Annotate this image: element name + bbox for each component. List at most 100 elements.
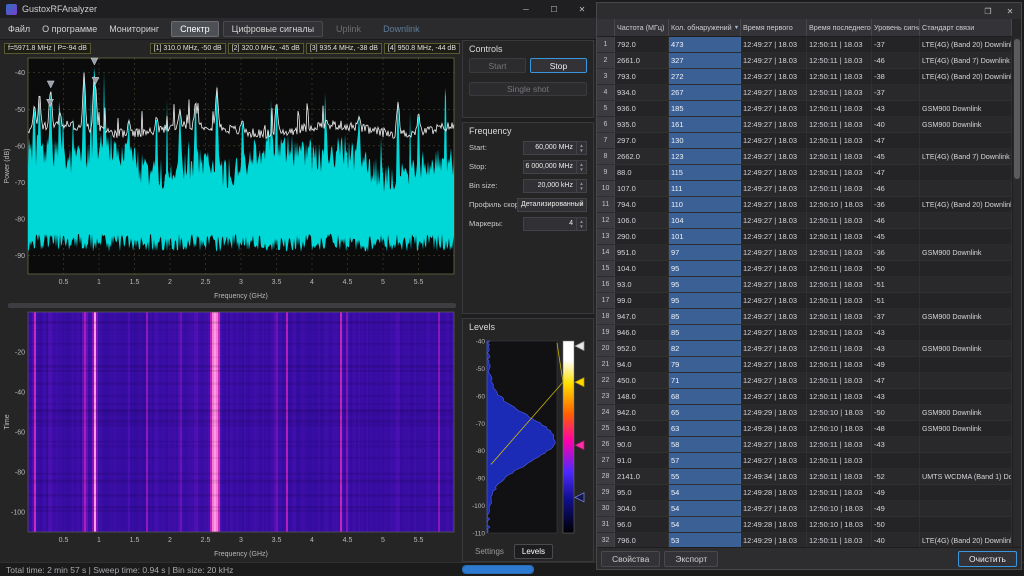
maximize-button[interactable]: ☐ xyxy=(540,0,568,18)
main-titlebar[interactable]: GustoxRFAnalyzer ─ ☐ ✕ xyxy=(0,0,596,18)
field-stop[interactable]: 6 000,000 MHz▲▼ xyxy=(523,160,587,174)
table-row[interactable]: 19946.08512:49:27 | 18.0312:50:11 | 18.0… xyxy=(597,325,1012,341)
frequency-panel: Frequency Start:60,000 MHz▲▼Stop:6 000,0… xyxy=(462,122,594,314)
table-row[interactable]: 12106.010412:49:27 | 18.0312:50:11 | 18.… xyxy=(597,213,1012,229)
cell-first: 12:49:27 | 18.03 xyxy=(741,437,807,452)
table-row[interactable]: 4934.026712:49:27 | 18.0312:50:11 | 18.0… xyxy=(597,85,1012,101)
field-row-markers: Маркеры:4▲▼ xyxy=(463,214,593,233)
table-row[interactable]: 3196.05412:49:28 | 18.0312:50:10 | 18.03… xyxy=(597,517,1012,533)
tab-settings[interactable]: Settings xyxy=(467,544,512,559)
table-row[interactable]: 2791.05712:49:27 | 18.0312:50:11 | 18.03 xyxy=(597,453,1012,469)
table-row[interactable]: 2995.05412:49:28 | 18.0312:50:11 | 18.03… xyxy=(597,485,1012,501)
column-header-standard[interactable]: Стандарт связи xyxy=(920,19,1012,36)
svg-text:0.5: 0.5 xyxy=(59,279,69,286)
spinner-start[interactable]: ▲▼ xyxy=(576,142,586,154)
table-row[interactable]: 2194.07912:49:27 | 18.0312:50:11 | 18.03… xyxy=(597,357,1012,373)
close-button[interactable]: ✕ xyxy=(568,0,596,18)
cell-first: 12:49:29 | 18.03 xyxy=(741,405,807,420)
tab-digital-signals[interactable]: Цифровые сигналы xyxy=(223,21,323,37)
spinner-bin-size[interactable]: ▲▼ xyxy=(576,180,586,192)
level-slider-white[interactable] xyxy=(575,342,584,351)
levels-histogram[interactable]: -40-50-60-70-80-90-100-110 xyxy=(465,335,591,541)
table-row[interactable]: 23148.06812:49:27 | 18.0312:50:11 | 18.0… xyxy=(597,389,1012,405)
field-markers[interactable]: 4▲▼ xyxy=(523,217,587,231)
table-row[interactable]: 1693.09512:49:27 | 18.0312:50:11 | 18.03… xyxy=(597,277,1012,293)
cell-level: -43 xyxy=(872,341,920,356)
column-header-freq[interactable]: Частота (МГц) xyxy=(615,19,669,36)
svg-text:-60: -60 xyxy=(15,430,25,437)
cell-freq: 943.0 xyxy=(615,421,669,436)
table-row[interactable]: 5936.018512:49:27 | 18.0312:50:11 | 18.0… xyxy=(597,101,1012,117)
spinner-markers[interactable]: ▲▼ xyxy=(576,218,586,230)
clear-button[interactable]: Очистить xyxy=(958,551,1017,567)
column-header-count[interactable]: Кол. обнаружений▼ xyxy=(669,19,741,36)
table-scrollbar-thumb[interactable] xyxy=(1014,39,1020,179)
cell-level: -51 xyxy=(872,293,920,308)
table-row[interactable]: 10107.011112:49:27 | 18.0312:50:11 | 18.… xyxy=(597,181,1012,197)
table-row[interactable]: 25943.06312:49:28 | 18.0312:50:10 | 18.0… xyxy=(597,421,1012,437)
field-speed-profile[interactable]: Детализированный▼ xyxy=(517,198,587,212)
cell-freq: 935.0 xyxy=(615,117,669,132)
cell-count: 79 xyxy=(669,357,741,372)
spectrum-plot[interactable]: 0.511.522.533.544.555.5-40-50-60-70-80-9… xyxy=(2,56,460,300)
plot-splitter[interactable] xyxy=(8,303,456,308)
table-row[interactable]: 13290.010112:49:27 | 18.0312:50:11 | 18.… xyxy=(597,229,1012,245)
minimize-button[interactable]: ─ xyxy=(512,0,540,18)
single-shot-button[interactable]: Single shot xyxy=(469,82,587,96)
cell-standard xyxy=(920,325,1012,340)
table-row[interactable]: 24942.06512:49:29 | 18.0312:50:10 | 18.0… xyxy=(597,405,1012,421)
cell-standard xyxy=(920,517,1012,532)
table-row[interactable]: 18947.08512:49:27 | 18.0312:50:11 | 18.0… xyxy=(597,309,1012,325)
table-row[interactable]: 3793.027212:49:27 | 18.0312:50:11 | 18.0… xyxy=(597,69,1012,85)
field-bin-size[interactable]: 20,000 kHz▲▼ xyxy=(523,179,587,193)
table-row[interactable]: 1799.09512:49:27 | 18.0312:50:11 | 18.03… xyxy=(597,293,1012,309)
cell-count: 111 xyxy=(669,181,741,196)
cell-standard xyxy=(920,229,1012,244)
svg-text:2.5: 2.5 xyxy=(201,537,211,544)
table-row[interactable]: 82662.012312:49:27 | 18.0312:50:11 | 18.… xyxy=(597,149,1012,165)
field-start[interactable]: 60,000 MHz▲▼ xyxy=(523,141,587,155)
column-header-level[interactable]: Уровень сигнала xyxy=(872,19,920,36)
table-row[interactable]: 30304.05412:49:27 | 18.0312:50:10 | 18.0… xyxy=(597,501,1012,517)
tab-spectrum[interactable]: Спектр xyxy=(171,21,219,37)
level-slider-blue[interactable] xyxy=(575,493,584,502)
table-row[interactable]: 988.011512:49:27 | 18.0312:50:11 | 18.03… xyxy=(597,165,1012,181)
table-row[interactable]: 2690.05812:49:27 | 18.0312:50:11 | 18.03… xyxy=(597,437,1012,453)
menu-monitoring[interactable]: Мониторинг xyxy=(109,24,159,34)
properties-button[interactable]: Свойства xyxy=(601,551,660,567)
table-row[interactable]: 1792.047312:49:27 | 18.0312:50:11 | 18.0… xyxy=(597,37,1012,53)
export-button[interactable]: Экспорт xyxy=(664,551,718,567)
column-label-standard: Стандарт связи xyxy=(922,23,974,32)
menu-about[interactable]: О программе xyxy=(42,24,97,34)
column-header-num[interactable] xyxy=(597,19,615,36)
spinner-stop[interactable]: ▲▼ xyxy=(576,161,586,173)
detections-titlebar[interactable]: ❐ ✕ xyxy=(597,3,1021,19)
table-row[interactable]: 11794.011012:49:27 | 18.0312:50:10 | 18.… xyxy=(597,197,1012,213)
table-scrollbar[interactable] xyxy=(1012,37,1021,547)
table-row[interactable]: 7297.013012:49:27 | 18.0312:50:11 | 18.0… xyxy=(597,133,1012,149)
cell-first: 12:49:27 | 18.03 xyxy=(741,357,807,372)
table-row[interactable]: 14951.09712:49:27 | 18.0312:50:11 | 18.0… xyxy=(597,245,1012,261)
cell-freq: 99.0 xyxy=(615,293,669,308)
column-header-first[interactable]: Время первого xyxy=(741,19,807,36)
tab-levels[interactable]: Levels xyxy=(514,544,553,559)
start-button[interactable]: Start xyxy=(469,58,526,73)
level-slider-magenta[interactable] xyxy=(575,441,584,450)
stop-button[interactable]: Stop xyxy=(530,58,587,73)
table-row[interactable]: 22661.032712:49:27 | 18.0312:50:11 | 18.… xyxy=(597,53,1012,69)
table-row[interactable]: 15104.09512:49:27 | 18.0312:50:11 | 18.0… xyxy=(597,261,1012,277)
window-title: GustoxRFAnalyzer xyxy=(22,4,97,14)
svg-text:1: 1 xyxy=(97,279,101,286)
field-value-start: 60,000 MHz xyxy=(535,144,573,151)
table-row[interactable]: 22450.07112:49:27 | 18.0312:50:11 | 18.0… xyxy=(597,373,1012,389)
detections-maximize-button[interactable]: ❐ xyxy=(977,3,999,19)
table-row[interactable]: 282141.05512:49:34 | 18.0312:50:11 | 18.… xyxy=(597,469,1012,485)
waterfall-plot[interactable]: -20-40-60-80-1000.511.522.533.544.555.5T… xyxy=(2,310,460,558)
table-row[interactable]: 20952.08212:49:27 | 18.0312:50:11 | 18.0… xyxy=(597,341,1012,357)
column-header-last[interactable]: Время последнего xyxy=(807,19,872,36)
detections-close-button[interactable]: ✕ xyxy=(999,3,1021,19)
level-slider-yellow[interactable] xyxy=(575,378,584,387)
menu-file[interactable]: Файл xyxy=(8,24,30,34)
table-row[interactable]: 32796.05312:49:29 | 18.0312:50:11 | 18.0… xyxy=(597,533,1012,547)
table-row[interactable]: 6935.016112:49:27 | 18.0312:50:11 | 18.0… xyxy=(597,117,1012,133)
